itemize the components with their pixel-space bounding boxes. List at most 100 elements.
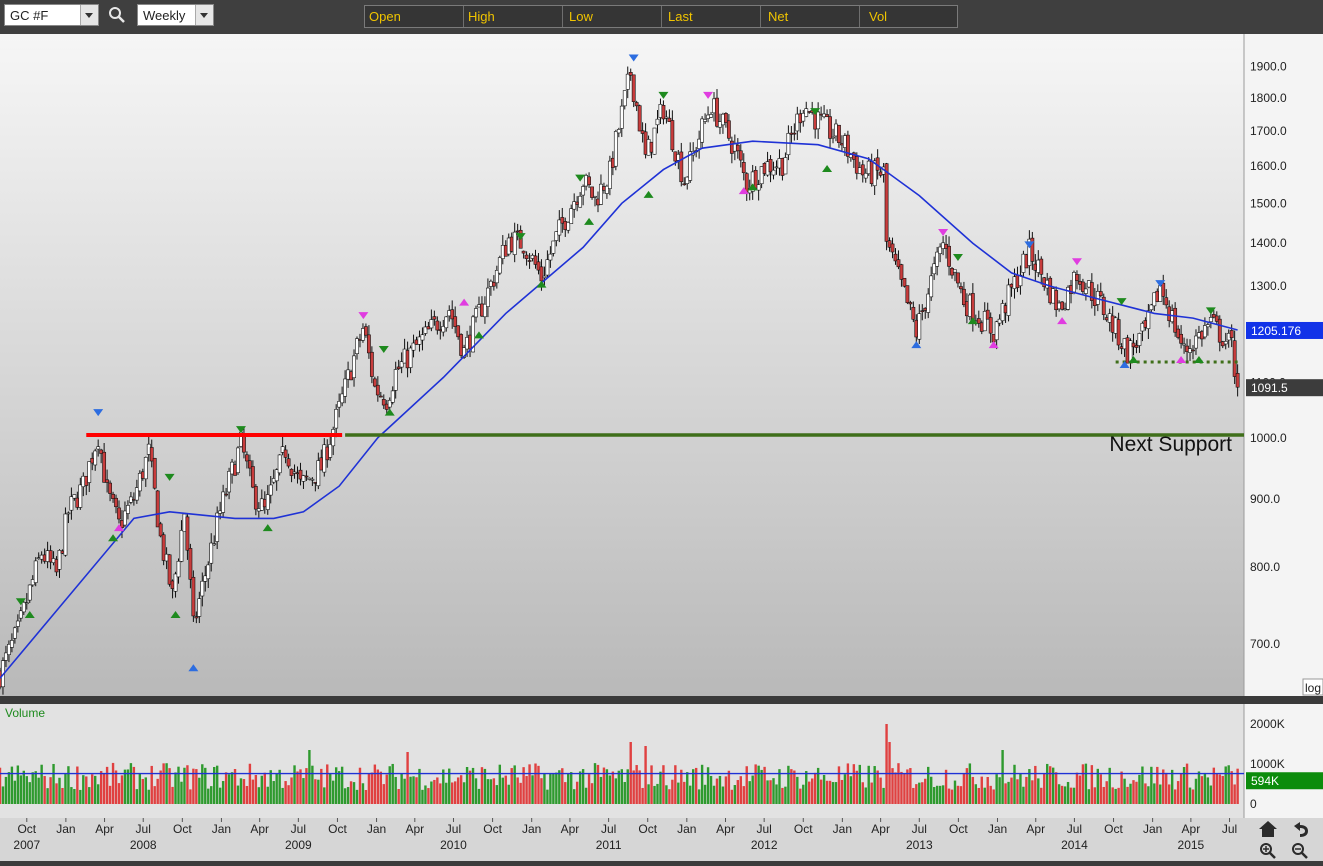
- candle-body: [188, 548, 193, 580]
- volume-bar: [474, 778, 478, 804]
- time-tick-label: Apr: [561, 822, 580, 836]
- chevron-down-icon[interactable]: [195, 5, 213, 25]
- candle-body: [69, 496, 74, 511]
- volume-bar: [867, 765, 870, 804]
- volume-bar: [802, 784, 805, 804]
- volume-bar: [528, 764, 531, 804]
- candle-body: [631, 74, 636, 102]
- candle-body: [935, 251, 940, 267]
- volume-bar: [227, 774, 231, 804]
- volume-bar: [968, 763, 972, 804]
- volume-bar: [879, 777, 882, 804]
- candle-body: [194, 616, 199, 619]
- volume-bar: [272, 781, 275, 804]
- volume-bar: [558, 770, 561, 804]
- candle-body: [792, 132, 797, 135]
- volume-bar: [730, 789, 734, 804]
- volume-bar: [653, 785, 656, 804]
- volume-bar: [213, 766, 216, 804]
- volume-bar: [581, 769, 585, 804]
- year-label: 2015: [1178, 838, 1205, 852]
- volume-bar: [709, 775, 713, 804]
- price-tick-label: 1800.0: [1250, 91, 1287, 105]
- volume-bar: [620, 769, 623, 804]
- time-tick-label: Jan: [522, 822, 541, 836]
- candle-body: [277, 454, 282, 474]
- candle-body: [1223, 340, 1228, 345]
- volume-bar: [254, 775, 258, 804]
- volume-bar: [691, 769, 695, 804]
- volume-bar: [799, 788, 802, 804]
- volume-bar: [1129, 783, 1132, 804]
- candle-body: [1235, 373, 1240, 388]
- volume-bar: [736, 780, 740, 804]
- volume-bar: [683, 781, 686, 804]
- home-icon[interactable]: [1259, 821, 1277, 837]
- candle-body: [970, 293, 975, 322]
- candle-body: [393, 369, 398, 391]
- candle-body: [578, 195, 583, 208]
- price-panel[interactable]: 700.0800.0900.01000.01100.01200.01300.01…: [0, 34, 1323, 696]
- candle-body: [738, 150, 743, 161]
- candle-body: [735, 144, 740, 152]
- volume-bar: [224, 772, 228, 804]
- zoom-out-icon[interactable]: [1292, 843, 1308, 859]
- volume-bar: [394, 776, 397, 804]
- log-scale-label[interactable]: log: [1305, 681, 1321, 695]
- volume-bar: [956, 785, 960, 804]
- volume-bar: [266, 786, 269, 804]
- volume-bar: [525, 776, 528, 804]
- period-combobox[interactable]: Weekly: [137, 4, 214, 26]
- candle-body: [105, 479, 110, 483]
- volume-bar: [1144, 783, 1147, 804]
- volume-bar: [370, 772, 374, 804]
- chevron-down-icon[interactable]: [80, 5, 98, 25]
- volume-bar: [921, 782, 924, 804]
- candle-body: [994, 321, 999, 341]
- zoom-in-icon[interactable]: [1260, 843, 1276, 859]
- volume-bar: [406, 752, 409, 804]
- year-label: 2012: [751, 838, 778, 852]
- candle-body: [1161, 282, 1166, 297]
- volume-bar: [486, 779, 490, 804]
- volume-bar: [465, 767, 469, 804]
- panel-divider[interactable]: [0, 696, 1323, 704]
- volume-bar: [424, 785, 427, 804]
- volume-bar: [668, 789, 671, 804]
- candle-body: [542, 275, 547, 279]
- volume-bar: [706, 767, 710, 804]
- price-tick-label: 700.0: [1250, 637, 1280, 651]
- candle-body: [497, 257, 502, 274]
- volume-bar: [171, 786, 174, 804]
- volume-bar: [537, 765, 540, 804]
- candle-body: [902, 277, 907, 287]
- volume-bar: [1153, 783, 1156, 804]
- symbol-combobox[interactable]: GC #F: [4, 4, 99, 26]
- volume-bar: [174, 772, 177, 804]
- volume-panel[interactable]: Volume 2000K 1000K 0 594K: [0, 704, 1323, 818]
- volume-bar: [1040, 787, 1043, 804]
- volume-bar: [108, 785, 112, 804]
- candle-body: [78, 484, 83, 508]
- candle-body: [245, 454, 249, 462]
- volume-bar: [1084, 763, 1088, 804]
- candle-body: [197, 598, 202, 617]
- volume-bar: [837, 766, 841, 804]
- volume-tick-label: 2000K: [1250, 717, 1285, 731]
- volume-bar: [141, 778, 145, 804]
- volume-bar: [650, 765, 653, 804]
- volume-bar: [718, 775, 722, 804]
- volume-bar: [808, 781, 811, 804]
- volume-bar: [210, 786, 213, 804]
- candle-body: [102, 451, 107, 483]
- undo-icon[interactable]: [1294, 822, 1308, 837]
- volume-chart[interactable]: Volume 2000K 1000K 0 594K: [0, 704, 1323, 818]
- candle-body: [167, 554, 172, 585]
- volume-bar: [1167, 784, 1171, 804]
- search-icon[interactable]: [108, 6, 126, 24]
- volume-bar: [1078, 775, 1082, 804]
- price-chart[interactable]: 700.0800.0900.01000.01100.01200.01300.01…: [0, 34, 1323, 696]
- volume-bar: [843, 774, 847, 804]
- volume-bar: [1034, 765, 1037, 804]
- volume-bar: [897, 763, 900, 804]
